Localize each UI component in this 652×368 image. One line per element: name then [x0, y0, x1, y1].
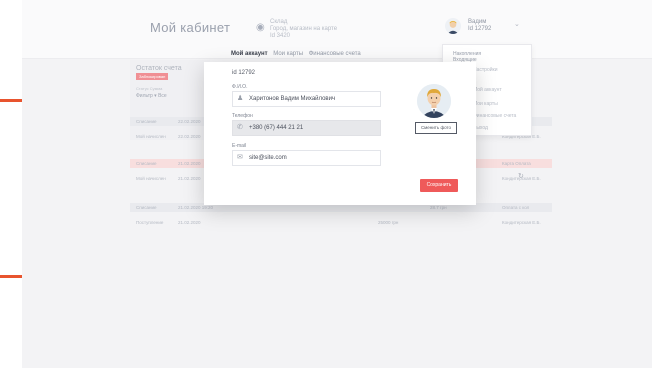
dropdown-item[interactable]: Мои карты	[473, 101, 498, 107]
chevron-down-icon[interactable]: ⌄	[514, 20, 520, 28]
account-id: id 12792	[232, 70, 256, 76]
edge-marker	[0, 99, 22, 102]
table-cell: 21.02.2020	[178, 176, 201, 181]
balance-filter[interactable]: Фильтр ▾ Все	[136, 93, 167, 99]
name-label: Ф.И.О.	[232, 84, 248, 90]
balance-labels: Статус Сумма	[136, 86, 163, 91]
table-cell: Списание	[136, 205, 157, 210]
phone-field[interactable]: ✆ +380 (67) 444 21 21	[232, 120, 381, 136]
change-photo-button[interactable]: Сменить фото	[415, 122, 457, 134]
user-avatar-icon	[447, 20, 459, 34]
tab-my-cards[interactable]: Мои карты	[273, 51, 303, 57]
table-cell: Списание	[136, 119, 157, 124]
shop-address: Город, магазин на карте	[270, 26, 338, 32]
name-field[interactable]: ♟ Харитонов Вадим Михайлович	[232, 91, 381, 107]
location-icon: ◉	[256, 22, 265, 33]
shop-info[interactable]: Склад Город, магазин на карте Id 3420	[270, 19, 337, 40]
table-row[interactable]: Поступление 21.02.2020 25000 грн Кондите…	[130, 215, 552, 233]
balance-title: Остаток счета	[136, 65, 182, 72]
table-cell: Мой начислен	[136, 176, 166, 181]
profile-photo	[417, 84, 451, 118]
table-cell: 28.7 грн	[430, 205, 447, 210]
edge-marker	[0, 275, 22, 278]
table-cell: Кондитерская Е.Б.	[502, 220, 541, 225]
name-value: Харитонов Вадим Михайлович	[249, 96, 336, 102]
table-cell: Списание	[136, 161, 157, 166]
table-cell: Поступление	[136, 220, 164, 225]
dropdown-item[interactable]: Финансовые счета	[473, 113, 516, 119]
table-cell: 21.02.2020	[178, 220, 201, 225]
shop-id: Id 3420	[270, 33, 291, 39]
user-avatar-icon	[417, 84, 451, 118]
table-cell: 21.02.2020	[178, 161, 201, 166]
shop-name: Склад	[270, 19, 288, 25]
mail-icon: ✉	[237, 154, 243, 161]
save-button[interactable]: Сохранить	[420, 179, 458, 192]
user-menu[interactable]: Вадим Id 12792	[468, 19, 491, 33]
table-cell: 22.02.2020	[178, 119, 201, 124]
dropdown-item[interactable]: Настройки	[473, 67, 498, 73]
table-cell: 22.02.2020	[178, 134, 201, 139]
email-value: site@site.com	[249, 155, 287, 161]
refresh-icon[interactable]: ↻	[518, 172, 524, 180]
user-name: Вадим	[468, 19, 487, 25]
avatar[interactable]	[445, 18, 461, 34]
status-badge: Заблокирован	[136, 73, 169, 80]
phone-value: +380 (67) 444 21 21	[249, 125, 304, 131]
user-id: Id 12792	[468, 26, 492, 32]
account-tabs: Мой аккаунт Мои карты Финансовые счета	[231, 51, 365, 57]
email-label: E-mail	[232, 143, 247, 149]
dropdown-item[interactable]: Мой аккаунт	[473, 87, 502, 93]
email-field[interactable]: ✉ site@site.com	[232, 150, 381, 166]
user-icon: ♟	[237, 95, 244, 102]
phone-icon: ✆	[237, 124, 243, 131]
table-cell: Карта Оплата	[502, 161, 531, 166]
table-cell: Оплата с кол	[502, 205, 530, 210]
table-cell: 25000 грн	[378, 220, 399, 225]
tab-my-account[interactable]: Мой аккаунт	[231, 51, 268, 57]
table-cell: 21.02.2020 19:20	[178, 205, 214, 210]
balance-card: Остаток счета Заблокирован Статус Сумма …	[130, 60, 210, 140]
tab-finance-accounts[interactable]: Финансовые счета	[309, 51, 361, 57]
phone-label: Телефон	[232, 113, 253, 119]
page-title: Мой кабинет	[150, 20, 231, 35]
table-cell: Мой начислен	[136, 134, 166, 139]
